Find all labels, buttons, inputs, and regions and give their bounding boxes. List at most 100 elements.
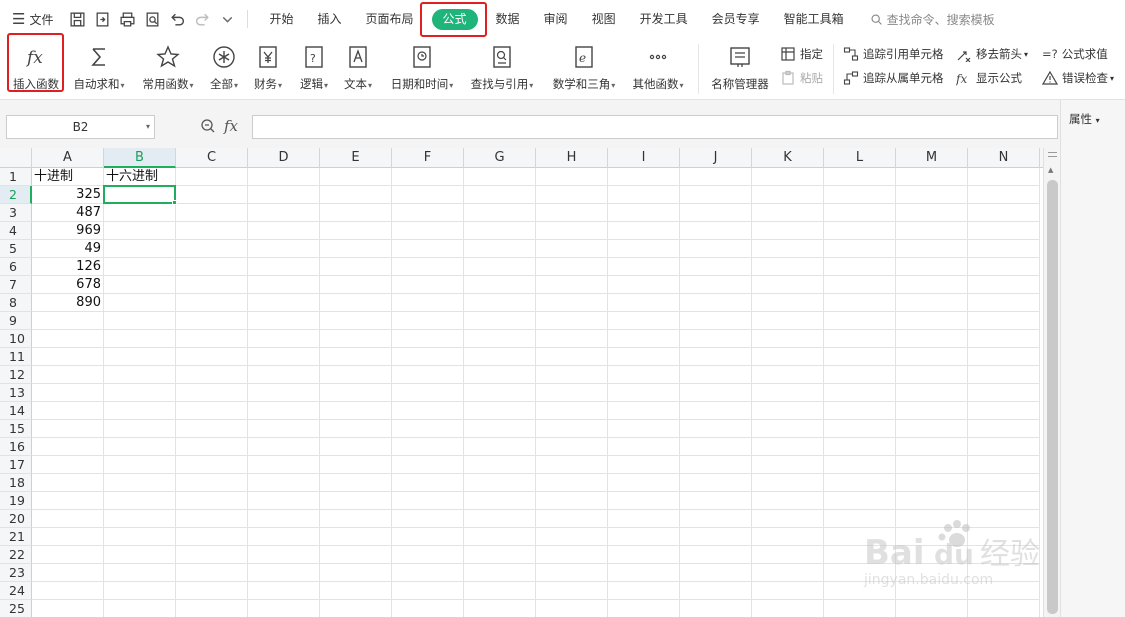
- cell-k3[interactable]: [752, 204, 824, 222]
- name-box[interactable]: B2 ▾: [6, 115, 155, 139]
- cell-g11[interactable]: [464, 348, 536, 366]
- cell-m8[interactable]: [896, 294, 968, 312]
- cell-k14[interactable]: [752, 402, 824, 420]
- cell-j5[interactable]: [680, 240, 752, 258]
- column-header-e[interactable]: E: [320, 148, 392, 168]
- row-header-20[interactable]: 20: [0, 510, 32, 528]
- cell-l23[interactable]: [824, 564, 896, 582]
- cell-m19[interactable]: [896, 492, 968, 510]
- cell-h19[interactable]: [536, 492, 608, 510]
- cell-l17[interactable]: [824, 456, 896, 474]
- cell-i13[interactable]: [608, 384, 680, 402]
- cell-f20[interactable]: [392, 510, 464, 528]
- cell-n18[interactable]: [968, 474, 1040, 492]
- cell-g12[interactable]: [464, 366, 536, 384]
- cell-n2[interactable]: [968, 186, 1040, 204]
- cell-h12[interactable]: [536, 366, 608, 384]
- cell-a5[interactable]: 49: [32, 240, 104, 258]
- cell-f19[interactable]: [392, 492, 464, 510]
- cell-e2[interactable]: [320, 186, 392, 204]
- row-header-17[interactable]: 17: [0, 456, 32, 474]
- cell-a17[interactable]: [32, 456, 104, 474]
- cell-k10[interactable]: [752, 330, 824, 348]
- row-header-24[interactable]: 24: [0, 582, 32, 600]
- cell-m4[interactable]: [896, 222, 968, 240]
- cell-a20[interactable]: [32, 510, 104, 528]
- cell-c1[interactable]: [176, 168, 248, 186]
- cell-e10[interactable]: [320, 330, 392, 348]
- trace-dependents-button[interactable]: 追踪从属单元格: [843, 70, 944, 86]
- cell-g13[interactable]: [464, 384, 536, 402]
- tab-page-layout[interactable]: 页面布局: [354, 6, 426, 32]
- cell-a22[interactable]: [32, 546, 104, 564]
- cell-g18[interactable]: [464, 474, 536, 492]
- cell-b17[interactable]: [104, 456, 176, 474]
- cell-e11[interactable]: [320, 348, 392, 366]
- cell-l2[interactable]: [824, 186, 896, 204]
- row-header-16[interactable]: 16: [0, 438, 32, 456]
- split-grip-icon[interactable]: [1048, 152, 1057, 157]
- cell-n22[interactable]: [968, 546, 1040, 564]
- cell-e8[interactable]: [320, 294, 392, 312]
- cell-d14[interactable]: [248, 402, 320, 420]
- cell-m11[interactable]: [896, 348, 968, 366]
- cell-m15[interactable]: [896, 420, 968, 438]
- cell-j12[interactable]: [680, 366, 752, 384]
- cell-f7[interactable]: [392, 276, 464, 294]
- cell-j3[interactable]: [680, 204, 752, 222]
- cell-j6[interactable]: [680, 258, 752, 276]
- column-header-c[interactable]: C: [176, 148, 248, 168]
- name-manager-button[interactable]: 名称管理器: [708, 40, 772, 92]
- row-header-7[interactable]: 7: [0, 276, 32, 294]
- cell-m24[interactable]: [896, 582, 968, 600]
- tab-data[interactable]: 数据: [484, 6, 532, 32]
- cell-n14[interactable]: [968, 402, 1040, 420]
- row-header-5[interactable]: 5: [0, 240, 32, 258]
- cell-j13[interactable]: [680, 384, 752, 402]
- cell-j18[interactable]: [680, 474, 752, 492]
- cell-d20[interactable]: [248, 510, 320, 528]
- column-header-k[interactable]: K: [752, 148, 824, 168]
- cell-a19[interactable]: [32, 492, 104, 510]
- cell-b16[interactable]: [104, 438, 176, 456]
- file-menu-button[interactable]: ☰ 文件: [12, 6, 53, 32]
- cell-e13[interactable]: [320, 384, 392, 402]
- cell-g3[interactable]: [464, 204, 536, 222]
- cell-b22[interactable]: [104, 546, 176, 564]
- row-header-23[interactable]: 23: [0, 564, 32, 582]
- cell-i16[interactable]: [608, 438, 680, 456]
- cell-n24[interactable]: [968, 582, 1040, 600]
- cell-h1[interactable]: [536, 168, 608, 186]
- cell-f3[interactable]: [392, 204, 464, 222]
- select-all-corner[interactable]: [0, 148, 32, 168]
- cell-c5[interactable]: [176, 240, 248, 258]
- all-functions-button[interactable]: 全部▾: [206, 40, 242, 92]
- cell-e24[interactable]: [320, 582, 392, 600]
- cell-d15[interactable]: [248, 420, 320, 438]
- cell-f24[interactable]: [392, 582, 464, 600]
- cell-m12[interactable]: [896, 366, 968, 384]
- save-button[interactable]: [65, 6, 90, 32]
- cell-k17[interactable]: [752, 456, 824, 474]
- cell-f4[interactable]: [392, 222, 464, 240]
- cell-b18[interactable]: [104, 474, 176, 492]
- cell-h5[interactable]: [536, 240, 608, 258]
- cell-b15[interactable]: [104, 420, 176, 438]
- cell-k6[interactable]: [752, 258, 824, 276]
- cell-f12[interactable]: [392, 366, 464, 384]
- cell-h21[interactable]: [536, 528, 608, 546]
- cell-h20[interactable]: [536, 510, 608, 528]
- cell-b5[interactable]: [104, 240, 176, 258]
- row-header-15[interactable]: 15: [0, 420, 32, 438]
- cell-c14[interactable]: [176, 402, 248, 420]
- cell-h18[interactable]: [536, 474, 608, 492]
- cell-e5[interactable]: [320, 240, 392, 258]
- cell-n16[interactable]: [968, 438, 1040, 456]
- tab-review[interactable]: 审阅: [532, 6, 580, 32]
- cell-k24[interactable]: [752, 582, 824, 600]
- cell-l24[interactable]: [824, 582, 896, 600]
- cell-j1[interactable]: [680, 168, 752, 186]
- cell-k19[interactable]: [752, 492, 824, 510]
- cell-m7[interactable]: [896, 276, 968, 294]
- cell-d8[interactable]: [248, 294, 320, 312]
